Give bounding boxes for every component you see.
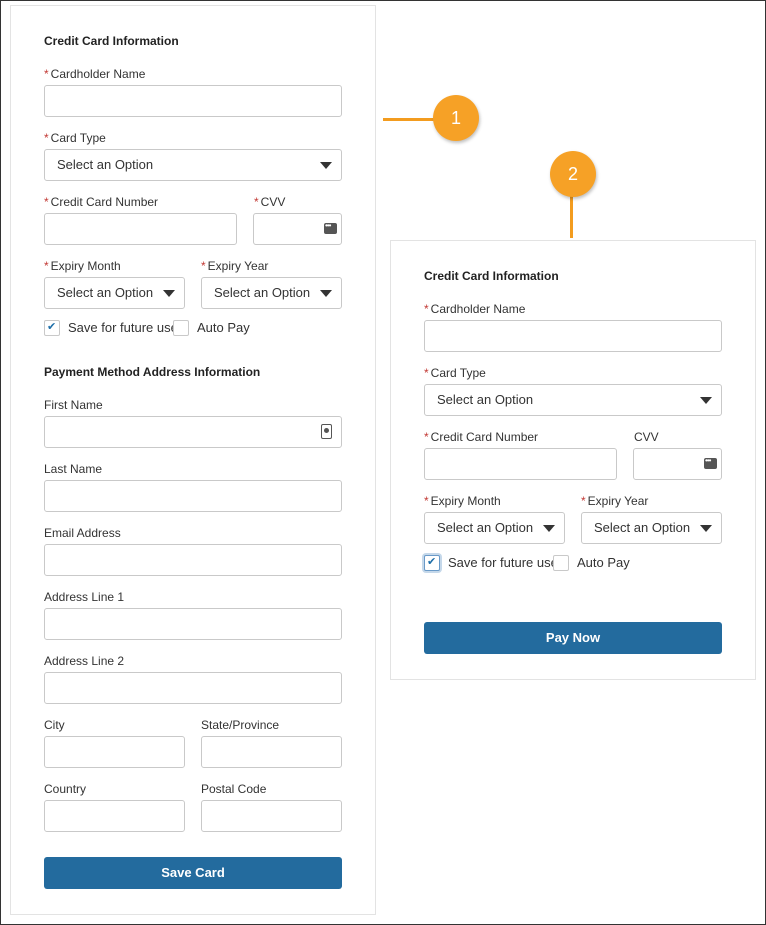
card-type-select[interactable]: Select an Option (44, 149, 342, 181)
expiry-month-label: * Expiry Month (424, 494, 501, 508)
save-future-checkbox[interactable] (44, 320, 60, 336)
callout-badge-1: 1 (433, 95, 479, 141)
card-type-label: * Card Type (424, 366, 486, 380)
first-name-label: First Name (44, 398, 103, 412)
required-marker: * (424, 302, 429, 316)
cvv-label: CVV (634, 430, 659, 444)
last-name-label: Last Name (44, 462, 103, 476)
address-line1-input[interactable] (44, 608, 342, 640)
city-input[interactable] (44, 736, 185, 768)
address-section-title: Payment Method Address Information (44, 365, 261, 379)
save-future-label: Save for future use (68, 320, 178, 335)
card-type-value: Select an Option (437, 392, 534, 407)
save-future-checkbox[interactable] (424, 555, 440, 571)
expiry-month-value: Select an Option (57, 285, 154, 300)
expiry-month-label: * Expiry Month (44, 259, 121, 273)
required-marker: * (44, 131, 49, 145)
chevron-down-icon (163, 290, 175, 297)
save-future-label: Save for future use (448, 555, 558, 570)
credit-card-number-input[interactable] (44, 213, 237, 245)
expiry-year-select[interactable]: Select an Option (581, 512, 722, 544)
required-marker: * (424, 366, 429, 380)
cvv-input[interactable] (633, 448, 722, 480)
section-title: Credit Card Information (424, 269, 559, 283)
section-title: Credit Card Information (44, 34, 179, 48)
expiry-month-value: Select an Option (437, 520, 534, 535)
save-card-button[interactable]: Save Card (44, 857, 342, 889)
chevron-down-icon (320, 290, 332, 297)
card-dots-icon (324, 221, 337, 234)
callout-connector (383, 118, 435, 121)
auto-pay-checkbox[interactable] (553, 555, 569, 571)
card-type-label: * Card Type (44, 131, 106, 145)
auto-pay-label: Auto Pay (197, 320, 250, 335)
address-line2-label: Address Line 2 (44, 654, 125, 668)
expiry-year-value: Select an Option (214, 285, 311, 300)
card-type-value: Select an Option (57, 157, 154, 172)
city-label: City (44, 718, 65, 732)
expiry-month-select[interactable]: Select an Option (44, 277, 185, 309)
state-province-label: State/Province (201, 718, 280, 732)
pay-now-button[interactable]: Pay Now (424, 622, 722, 654)
cardholder-name-input[interactable] (424, 320, 722, 352)
expiry-year-select[interactable]: Select an Option (201, 277, 342, 309)
callout-badge-2: 2 (550, 151, 596, 197)
postal-code-input[interactable] (201, 800, 342, 832)
first-name-input[interactable] (44, 416, 342, 448)
card-type-select[interactable]: Select an Option (424, 384, 722, 416)
state-province-input[interactable] (201, 736, 342, 768)
chevron-down-icon (320, 162, 332, 169)
credit-card-number-label: * Credit Card Number (424, 430, 539, 444)
cardholder-name-input[interactable] (44, 85, 342, 117)
cvv-input[interactable] (253, 213, 342, 245)
postal-code-label: Postal Code (201, 782, 267, 796)
email-address-input[interactable] (44, 544, 342, 576)
expiry-year-label: * Expiry Year (201, 259, 269, 273)
cardholder-name-label: * Cardholder Name (44, 67, 146, 81)
country-label: Country (44, 782, 87, 796)
credit-card-number-label: * Credit Card Number (44, 195, 159, 209)
address-line2-input[interactable] (44, 672, 342, 704)
required-marker: * (44, 67, 49, 81)
cvv-label: * CVV (254, 195, 286, 209)
credit-card-number-input[interactable] (424, 448, 617, 480)
cardholder-name-label: * Cardholder Name (424, 302, 526, 316)
auto-pay-checkbox[interactable] (173, 320, 189, 336)
required-marker: * (254, 195, 259, 209)
required-marker: * (44, 259, 49, 273)
required-marker: * (44, 195, 49, 209)
chevron-down-icon (700, 397, 712, 404)
callout-connector (570, 196, 573, 238)
contact-card-icon[interactable] (321, 424, 332, 439)
expiry-year-label: * Expiry Year (581, 494, 649, 508)
auto-pay-label: Auto Pay (577, 555, 630, 570)
card-dots-icon (704, 456, 717, 469)
address-line1-label: Address Line 1 (44, 590, 125, 604)
expiry-month-select[interactable]: Select an Option (424, 512, 565, 544)
required-marker: * (424, 494, 429, 508)
country-input[interactable] (44, 800, 185, 832)
last-name-input[interactable] (44, 480, 342, 512)
expiry-year-value: Select an Option (594, 520, 691, 535)
required-marker: * (201, 259, 206, 273)
email-address-label: Email Address (44, 526, 121, 540)
required-marker: * (424, 430, 429, 444)
required-marker: * (581, 494, 586, 508)
chevron-down-icon (700, 525, 712, 532)
chevron-down-icon (543, 525, 555, 532)
